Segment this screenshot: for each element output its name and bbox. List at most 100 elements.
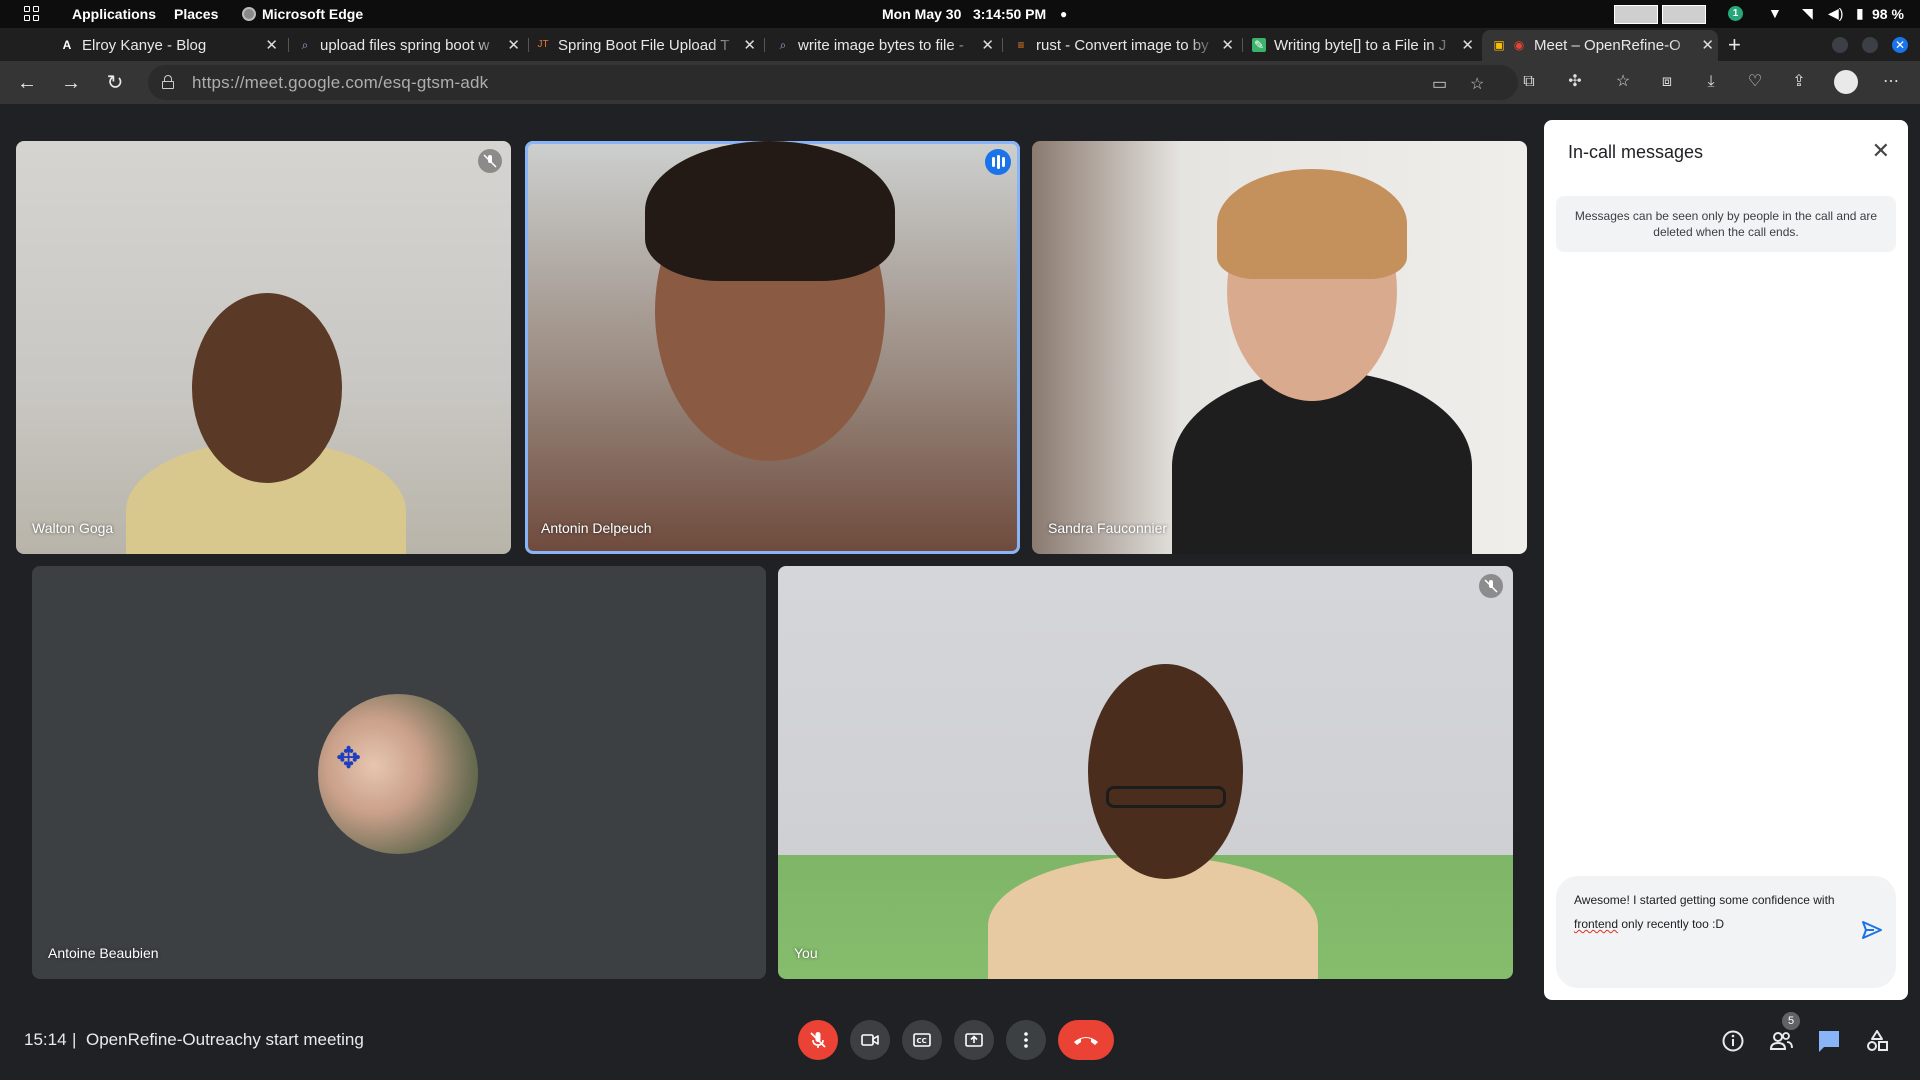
reload-button[interactable]: ↻ <box>102 70 128 96</box>
camera-icon <box>861 1034 879 1046</box>
tab-close-icon[interactable]: ✕ <box>507 30 520 61</box>
url-text[interactable]: https://meet.google.com/esq-gtsm-adk <box>192 65 488 100</box>
volume-icon[interactable]: ◀) <box>1828 5 1843 22</box>
tab-2[interactable]: ⌕ upload files spring boot w ✕ <box>298 30 524 61</box>
network-icon[interactable]: ▼ <box>1768 5 1782 21</box>
collections-stack-icon[interactable]: ⧈ <box>1656 71 1678 93</box>
muted-mic-icon <box>478 149 502 173</box>
participant-tile-4[interactable]: ✥ Antoine Beaubien <box>32 566 766 979</box>
add-favorite-icon[interactable]: ☆ <box>1470 74 1484 94</box>
send-icon[interactable] <box>1860 918 1884 942</box>
video-person-head <box>1088 664 1243 879</box>
browser-tab-strip: A Elroy Kanye - Blog ✕ ⌕ upload files sp… <box>0 28 1920 79</box>
participant-name: Sandra Fauconnier <box>1048 520 1168 536</box>
camera-in-use-icon[interactable]: ▭ <box>1432 74 1447 94</box>
present-screen-button[interactable] <box>954 1020 994 1060</box>
workspace-indicator-2[interactable] <box>1662 5 1706 24</box>
address-bar[interactable]: https://meet.google.com/esq-gtsm-adk ▭ ☆ <box>148 65 1518 100</box>
javatutorial-favicon-icon: JT <box>537 39 549 50</box>
tab-7-active[interactable]: ▣ ◉ Meet – OpenRefine-O ✕ <box>1482 30 1718 61</box>
tab-6[interactable]: ✎ Writing byte[] to a File in J ✕ <box>1252 30 1478 61</box>
captions-icon: CC <box>913 1033 931 1047</box>
app-grid-icon[interactable] <box>24 6 40 22</box>
video-person-head <box>192 293 342 483</box>
tab-close-icon[interactable]: ✕ <box>265 30 278 61</box>
captions-button[interactable]: CC <box>902 1020 942 1060</box>
search-favicon-icon: ⌕ <box>779 38 787 52</box>
in-call-messages-panel: In-call messages ✕ Messages can be seen … <box>1544 120 1908 1000</box>
tab-title: Spring Boot File Upload T <box>558 37 730 54</box>
notification-badge[interactable]: 1 <box>1728 6 1743 21</box>
tab-close-icon[interactable]: ✕ <box>981 30 994 61</box>
face-paint-icon: ✥ <box>336 742 362 775</box>
draft-misspelled-word: frontend <box>1574 917 1619 931</box>
tab-close-icon[interactable]: ✕ <box>743 30 756 61</box>
activities-icon[interactable] <box>1864 1028 1890 1054</box>
lock-icon[interactable] <box>162 75 174 89</box>
meeting-title: OpenRefine-Outreachy start meeting <box>86 1030 364 1049</box>
tab-3[interactable]: JT Spring Boot File Upload T ✕ <box>536 30 760 61</box>
applications-menu[interactable]: Applications <box>72 0 156 28</box>
back-button[interactable]: ← <box>14 70 40 96</box>
toggle-camera-button[interactable] <box>850 1020 890 1060</box>
search-favicon-icon: ⌕ <box>301 38 309 52</box>
people-icon[interactable] <box>1768 1028 1794 1054</box>
tab-title: upload files spring boot w <box>320 37 490 54</box>
meeting-info-icon[interactable] <box>1720 1028 1746 1054</box>
chat-title: In-call messages <box>1568 142 1704 162</box>
battery-icon[interactable]: ▮ <box>1856 5 1864 22</box>
active-app-label: Microsoft Edge <box>262 6 364 22</box>
places-menu[interactable]: Places <box>174 0 218 28</box>
tab-close-icon[interactable]: ✕ <box>1221 30 1234 61</box>
title-separator: | <box>72 1030 77 1049</box>
draft-text-start: Awesome! I started getting some confiden… <box>1574 893 1835 907</box>
battery-percent: 98 % <box>1872 6 1904 22</box>
speaking-indicator-icon <box>985 149 1011 175</box>
message-input[interactable]: Awesome! I started getting some confiden… <box>1574 888 1836 936</box>
message-compose-box[interactable]: Awesome! I started getting some confiden… <box>1556 876 1896 988</box>
wifi-icon[interactable]: ◥ <box>1802 5 1813 22</box>
more-vert-icon <box>1024 1032 1028 1048</box>
tab-close-icon[interactable]: ✕ <box>1701 30 1714 61</box>
system-clock[interactable]: Mon May 30 3:14:50 PM <box>882 0 1046 28</box>
tab-title: Elroy Kanye - Blog <box>82 37 207 54</box>
recording-dot-icon: ● <box>1060 7 1068 21</box>
hang-up-icon <box>1074 1037 1098 1045</box>
maximize-button[interactable] <box>1862 37 1878 53</box>
participant-tile-3[interactable]: Sandra Fauconnier <box>1032 141 1527 554</box>
workspace-indicator-1[interactable] <box>1614 5 1658 24</box>
downloads-icon[interactable]: ⤓ <box>1700 71 1722 93</box>
profile-avatar[interactable] <box>1834 70 1858 94</box>
active-app-menu[interactable]: Microsoft Edge <box>242 0 363 28</box>
more-options-button[interactable] <box>1006 1020 1046 1060</box>
tab-title: Writing byte[] to a File in J <box>1274 37 1447 54</box>
participant-name: Antonin Delpeuch <box>541 520 652 536</box>
participant-tile-2[interactable]: Antonin Delpeuch <box>525 141 1020 554</box>
chat-icon[interactable] <box>1816 1028 1842 1054</box>
leave-call-button[interactable] <box>1058 1020 1114 1060</box>
window-close-button[interactable]: ✕ <box>1892 37 1908 53</box>
close-panel-icon[interactable]: ✕ <box>1872 138 1890 164</box>
extensions-icon[interactable]: ✣ <box>1564 71 1586 93</box>
favorites-icon[interactable]: ☆ <box>1612 71 1634 93</box>
tab-5[interactable]: ≡ rust - Convert image to by ✕ <box>1014 30 1238 61</box>
toggle-mic-button[interactable] <box>798 1020 838 1060</box>
forward-button[interactable]: → <box>58 70 84 96</box>
participant-name: Walton Goga <box>32 520 114 536</box>
minimize-button[interactable] <box>1832 37 1848 53</box>
meet-favicon-icon: ▣ <box>1493 38 1505 52</box>
participant-name: Antoine Beaubien <box>48 945 159 961</box>
more-menu-icon[interactable]: ⋯ <box>1880 71 1902 93</box>
participant-tile-self[interactable]: You <box>778 566 1513 979</box>
participant-name: You <box>794 945 818 961</box>
participant-tile-1[interactable]: Walton Goga <box>16 141 511 554</box>
stackoverflow-favicon-icon: ≡ <box>1017 38 1025 52</box>
share-icon[interactable]: ⇪ <box>1788 71 1810 93</box>
tab-1[interactable]: A Elroy Kanye - Blog ✕ <box>60 30 282 61</box>
tab-title: rust - Convert image to by <box>1036 37 1209 54</box>
new-tab-button[interactable]: + <box>1728 28 1741 61</box>
browser-essentials-icon[interactable]: ♡ <box>1744 71 1766 93</box>
tab-4[interactable]: ⌕ write image bytes to file - ✕ <box>776 30 998 61</box>
tab-close-icon[interactable]: ✕ <box>1461 30 1474 61</box>
collections-icon[interactable]: ⧉ <box>1518 71 1540 93</box>
